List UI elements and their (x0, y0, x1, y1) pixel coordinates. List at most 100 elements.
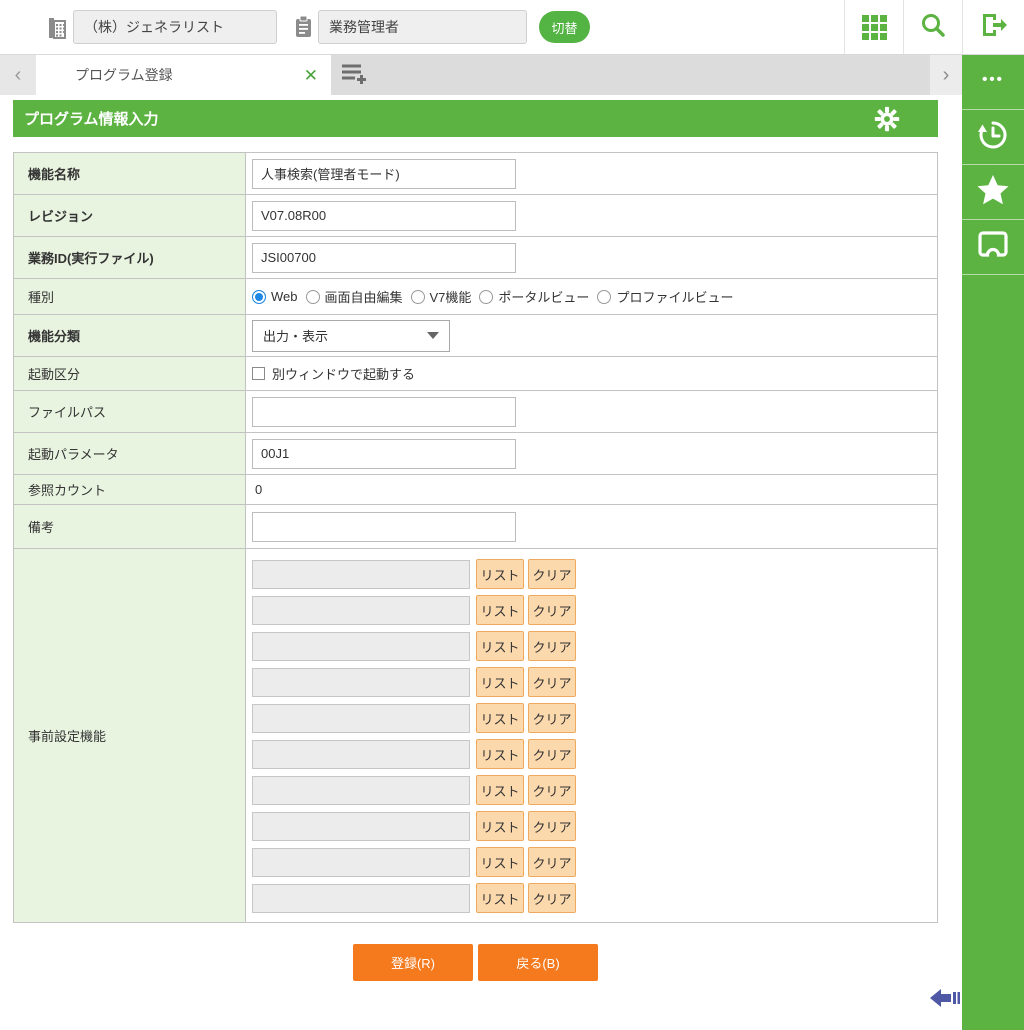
sidebar-history-button[interactable] (962, 110, 1024, 165)
topbar-actions (844, 0, 1024, 54)
company-icon (47, 17, 67, 39)
role-input[interactable] (318, 10, 527, 44)
company-input[interactable] (73, 10, 277, 44)
radio-icon (411, 290, 425, 304)
row-label: 機能名称 (14, 153, 246, 194)
tab-program-registration[interactable]: プログラム登録 ✕ (36, 55, 331, 95)
text-field[interactable] (252, 397, 516, 427)
select-value: 出力・表示 (263, 326, 328, 345)
switch-button[interactable]: 切替 (539, 11, 590, 43)
preset-row: リストクリア (252, 736, 580, 772)
topbar: 切替 (0, 0, 1024, 55)
row-value: 別ウィンドウで起動する (246, 357, 937, 390)
role-icon (295, 16, 315, 38)
radio-option[interactable]: 画面自由編集 (306, 287, 403, 306)
form-row: ファイルパス (14, 391, 937, 433)
clear-button[interactable]: クリア (528, 595, 576, 625)
history-icon (977, 119, 1009, 156)
preset-row: リストクリア (252, 844, 580, 880)
form-row: 参照カウント0 (14, 475, 937, 505)
row-label: 起動パラメータ (14, 433, 246, 474)
preset-field[interactable] (252, 632, 470, 661)
clear-button[interactable]: クリア (528, 559, 576, 589)
row-label: 種別 (14, 279, 246, 314)
register-button[interactable]: 登録(R) (353, 944, 473, 981)
text-field[interactable] (252, 201, 516, 231)
text-field[interactable] (252, 439, 516, 469)
radio-option[interactable]: Web (252, 289, 298, 304)
clear-button[interactable]: クリア (528, 883, 576, 913)
text-field[interactable] (252, 159, 516, 189)
preset-field[interactable] (252, 884, 470, 913)
collapse-panel-arrow[interactable] (930, 986, 960, 1015)
logout-button[interactable] (962, 0, 1024, 54)
clear-button[interactable]: クリア (528, 775, 576, 805)
radio-option[interactable]: プロファイルビュー (597, 287, 733, 306)
sidebar-favorites-button[interactable] (962, 165, 1024, 220)
back-button[interactable]: 戻る(B) (478, 944, 598, 981)
row-value (246, 433, 937, 474)
static-value: 0 (252, 482, 262, 497)
preset-field[interactable] (252, 740, 470, 769)
preset-field[interactable] (252, 596, 470, 625)
preset-field[interactable] (252, 704, 470, 733)
search-button[interactable] (903, 0, 962, 54)
checkbox-label: 別ウィンドウで起動する (272, 364, 415, 383)
list-button[interactable]: リスト (476, 775, 524, 805)
form-row: 起動パラメータ (14, 433, 937, 475)
gear-icon (874, 106, 900, 132)
form-row: 機能名称 (14, 153, 937, 195)
list-button[interactable]: リスト (476, 667, 524, 697)
row-value: 0 (246, 475, 937, 504)
list-button[interactable]: リスト (476, 559, 524, 589)
list-button[interactable]: リスト (476, 883, 524, 913)
preset-field[interactable] (252, 776, 470, 805)
tab-scroll-left-button[interactable]: ‹ (0, 55, 36, 95)
clear-button[interactable]: クリア (528, 631, 576, 661)
row-value (246, 391, 937, 432)
tab-scroll-right-button[interactable]: › (930, 55, 962, 95)
panel-header: プログラム情報入力 (13, 100, 938, 137)
list-button[interactable]: リスト (476, 847, 524, 877)
radio-option[interactable]: V7機能 (411, 287, 472, 306)
row-label: 備考 (14, 505, 246, 548)
text-field[interactable] (252, 512, 516, 542)
preset-field[interactable] (252, 560, 470, 589)
clear-button[interactable]: クリア (528, 847, 576, 877)
clear-button[interactable]: クリア (528, 667, 576, 697)
tab-close-icon[interactable]: ✕ (304, 67, 318, 84)
form-row: 機能分類出力・表示 (14, 315, 937, 357)
row-label: ファイルパス (14, 391, 246, 432)
text-field[interactable] (252, 243, 516, 273)
checkbox-option[interactable]: 別ウィンドウで起動する (252, 364, 415, 383)
list-button[interactable]: リスト (476, 631, 524, 661)
radio-label: Web (271, 289, 298, 304)
clear-button[interactable]: クリア (528, 739, 576, 769)
chevron-right-icon: › (943, 64, 950, 87)
app-menu-button[interactable] (844, 0, 903, 54)
row-value: Web 画面自由編集 V7機能ポータルビュープロファイルビュー (246, 279, 937, 314)
form-row: 備考 (14, 505, 937, 549)
sidebar-notes-button[interactable] (962, 220, 1024, 275)
preset-field[interactable] (252, 848, 470, 877)
list-button[interactable]: リスト (476, 595, 524, 625)
preset-row: リストクリア (252, 556, 580, 592)
form-row: 業務ID(実行ファイル) (14, 237, 937, 279)
clear-button[interactable]: クリア (528, 703, 576, 733)
list-button[interactable]: リスト (476, 739, 524, 769)
preset-field[interactable] (252, 668, 470, 697)
list-button[interactable]: リスト (476, 811, 524, 841)
radio-icon (479, 290, 493, 304)
preset-row: リストクリア (252, 700, 580, 736)
radio-option[interactable]: ポータルビュー (479, 287, 589, 306)
preset-field[interactable] (252, 812, 470, 841)
sidebar-more-button[interactable]: ••• (962, 55, 1024, 110)
row-label: 機能分類 (14, 315, 246, 356)
category-select[interactable]: 出力・表示 (252, 320, 450, 352)
clear-button[interactable]: クリア (528, 811, 576, 841)
form-row: 事前設定機能リストクリアリストクリアリストクリアリストクリアリストクリアリストク… (14, 549, 937, 922)
radio-icon (597, 290, 611, 304)
panel-settings-button[interactable] (874, 106, 900, 132)
new-tab-button[interactable] (331, 55, 377, 95)
list-button[interactable]: リスト (476, 703, 524, 733)
